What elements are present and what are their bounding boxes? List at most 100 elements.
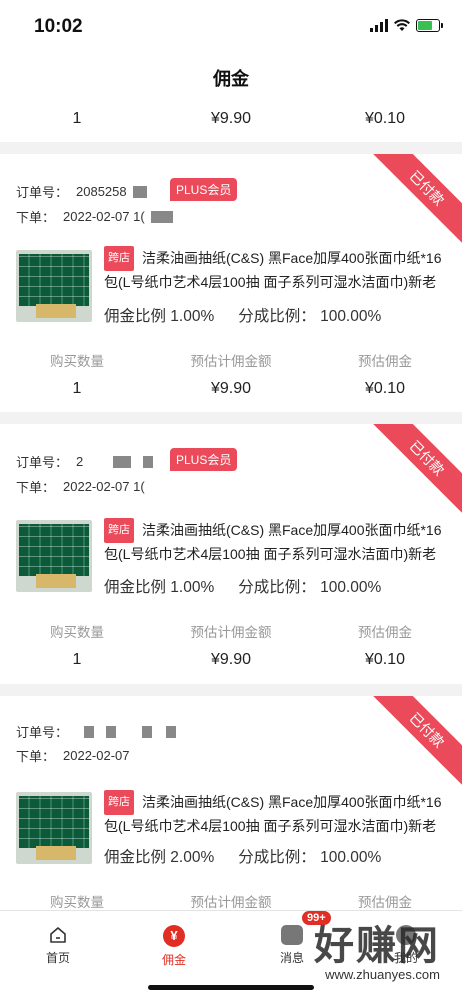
redaction-mask (132, 185, 147, 198)
order-time-value: 2022-02-07 1( (63, 479, 145, 494)
cross-store-tag: 跨店 (104, 518, 134, 543)
share-rate: 分成比例： 100.00% (238, 849, 382, 866)
order-time-label: 下单： (16, 480, 56, 495)
redaction-mask (143, 455, 154, 468)
product-title[interactable]: 跨店 洁柔油画抽纸(C&S) 黑Face加厚400张面巾纸*16包(L号纸巾艺术4… (104, 518, 450, 564)
cross-store-tag: 跨店 (104, 790, 134, 815)
order-number-label: 订单号： (16, 185, 69, 200)
tab-commission-label: 佣金 (161, 953, 186, 967)
home-icon (48, 925, 68, 945)
order-time-line: 下单： 2022-02-07 (16, 746, 130, 765)
tab-commission[interactable]: ¥ 佣金 (144, 925, 204, 968)
order-card[interactable]: 已付款 订单号： 2085258 PLUS会员 下单： 2022-02-07 1… (0, 154, 462, 412)
page-title: 佣金 (213, 69, 249, 89)
product-image[interactable] (16, 520, 92, 592)
order-time-label: 下单： (16, 749, 56, 764)
order-number-value: 2 (76, 454, 84, 469)
product-title[interactable]: 跨店 洁柔油画抽纸(C&S) 黑Face加厚400张面巾纸*16包(L号纸巾艺术4… (104, 790, 450, 836)
tab-mine-label: 我的 (393, 951, 418, 965)
estimated-commission-header: 预估佣金 (358, 625, 412, 640)
tab-home-label: 首页 (45, 951, 70, 965)
tab-mine[interactable]: 我的 (376, 925, 436, 966)
order-values-row: 1 ¥9.90 ¥0.10 (0, 651, 462, 669)
tab-messages[interactable]: 消息 (262, 925, 322, 966)
tab-messages-label: 消息 (279, 951, 304, 965)
order-card-partial: 1 ¥9.90 ¥0.10 (0, 102, 462, 142)
redaction-mask (106, 725, 117, 738)
quantity-header: 购买数量 (50, 354, 104, 369)
quantity-header: 购买数量 (50, 895, 104, 910)
estimated-commission-header: 预估佣金 (358, 895, 412, 910)
nav-bar: 佣金 (0, 54, 462, 102)
rates-row: 佣金比例 1.00% 分成比例： 100.00% (104, 304, 381, 326)
order-time-line: 下单： 2022-02-07 1( (16, 207, 173, 226)
order-time-value: 2022-02-07 (63, 748, 130, 763)
signal-icon (370, 19, 388, 32)
quantity-value: 1 (72, 380, 82, 397)
message-count-badge: 99+ (302, 911, 331, 925)
order-number-line: 订单号： (16, 722, 177, 741)
order-time-line: 下单： 2022-02-07 1( (16, 477, 145, 496)
redaction-mask (166, 725, 177, 738)
estimated-commission-value: ¥0.10 (364, 110, 406, 127)
order-number-value: 2085258 (76, 184, 127, 199)
estimated-amount-value: ¥9.90 (210, 380, 252, 397)
share-rate: 分成比例： 100.00% (238, 579, 382, 596)
product-title-text: 洁柔油画抽纸(C&S) 黑Face加厚400张面巾纸*16包(L号纸巾艺术4层1… (104, 522, 442, 562)
quantity-value: 1 (72, 110, 82, 127)
order-number-label: 订单号： (16, 725, 69, 740)
order-time-value: 2022-02-07 1( (63, 209, 145, 224)
status-ribbon: 已付款 (371, 696, 462, 786)
rates-row: 佣金比例 1.00% 分成比例： 100.00% (104, 575, 381, 597)
product-image[interactable] (16, 250, 92, 322)
tab-home[interactable]: 首页 (28, 925, 88, 966)
battery-icon (416, 19, 443, 32)
estimated-amount-value: ¥9.90 (210, 651, 252, 668)
estimated-commission-value: ¥0.10 (364, 380, 406, 397)
order-card[interactable]: 已付款 订单号： 下单： 2022-02-07 跨店 洁柔油画抽纸(C&S) 黑F… (0, 696, 462, 910)
redaction-mask (150, 210, 173, 223)
order-number-line: 订单号： 2085258 (16, 182, 147, 201)
status-time: 10:02 (34, 16, 83, 37)
order-card[interactable]: 已付款 订单号： 2 PLUS会员 下单： 2022-02-07 1( 跨店 洁柔… (0, 424, 462, 684)
status-ribbon: 已付款 (371, 424, 462, 514)
estimated-amount-header: 预估计佣金额 (190, 354, 272, 369)
product-image[interactable] (16, 792, 92, 864)
order-values-row: 1 ¥9.90 ¥0.10 (0, 380, 462, 398)
wifi-icon (394, 19, 410, 31)
status-bar: 10:02 (0, 0, 462, 54)
order-column-headers: 购买数量 预估计佣金额 预估佣金 (0, 621, 462, 641)
commission-rate: 佣金比例 1.00% (104, 579, 215, 596)
product-title[interactable]: 跨店 洁柔油画抽纸(C&S) 黑Face加厚400张面巾纸*16包(L号纸巾艺术4… (104, 246, 450, 292)
order-column-headers: 购买数量 预估计佣金额 预估佣金 (0, 350, 462, 370)
plus-member-badge: PLUS会员 (170, 448, 238, 471)
order-number-label: 订单号： (16, 455, 69, 470)
quantity-value: 1 (72, 651, 82, 668)
order-values-row: 1 ¥9.90 ¥0.10 (0, 110, 462, 128)
order-column-headers: 购买数量 预估计佣金额 预估佣金 (0, 891, 462, 910)
rates-row: 佣金比例 2.00% 分成比例： 100.00% (104, 845, 381, 867)
status-ribbon: 已付款 (371, 154, 462, 244)
share-rate: 分成比例： 100.00% (238, 308, 382, 325)
user-icon (396, 925, 416, 945)
commission-rate: 佣金比例 1.00% (104, 308, 215, 325)
plus-member-badge: PLUS会员 (170, 178, 238, 201)
status-icons (370, 19, 443, 32)
product-title-text: 洁柔油画抽纸(C&S) 黑Face加厚400张面巾纸*16包(L号纸巾艺术4层1… (104, 794, 442, 834)
product-title-text: 洁柔油画抽纸(C&S) 黑Face加厚400张面巾纸*16包(L号纸巾艺术4层1… (104, 250, 442, 290)
estimated-commission-header: 预估佣金 (358, 354, 412, 369)
order-time-label: 下单： (16, 210, 56, 225)
home-indicator (148, 985, 314, 990)
redaction-mask (84, 725, 95, 738)
redaction-mask (113, 455, 132, 468)
yen-icon: ¥ (163, 925, 185, 947)
estimated-amount-value: ¥9.90 (210, 110, 252, 127)
message-icon (281, 925, 303, 945)
redaction-mask (142, 725, 153, 738)
estimated-amount-header: 预估计佣金额 (190, 895, 272, 910)
estimated-commission-value: ¥0.10 (364, 651, 406, 668)
order-number-line: 订单号： 2 (16, 452, 154, 471)
quantity-header: 购买数量 (50, 625, 104, 640)
cross-store-tag: 跨店 (104, 246, 134, 271)
commission-rate: 佣金比例 2.00% (104, 849, 215, 866)
